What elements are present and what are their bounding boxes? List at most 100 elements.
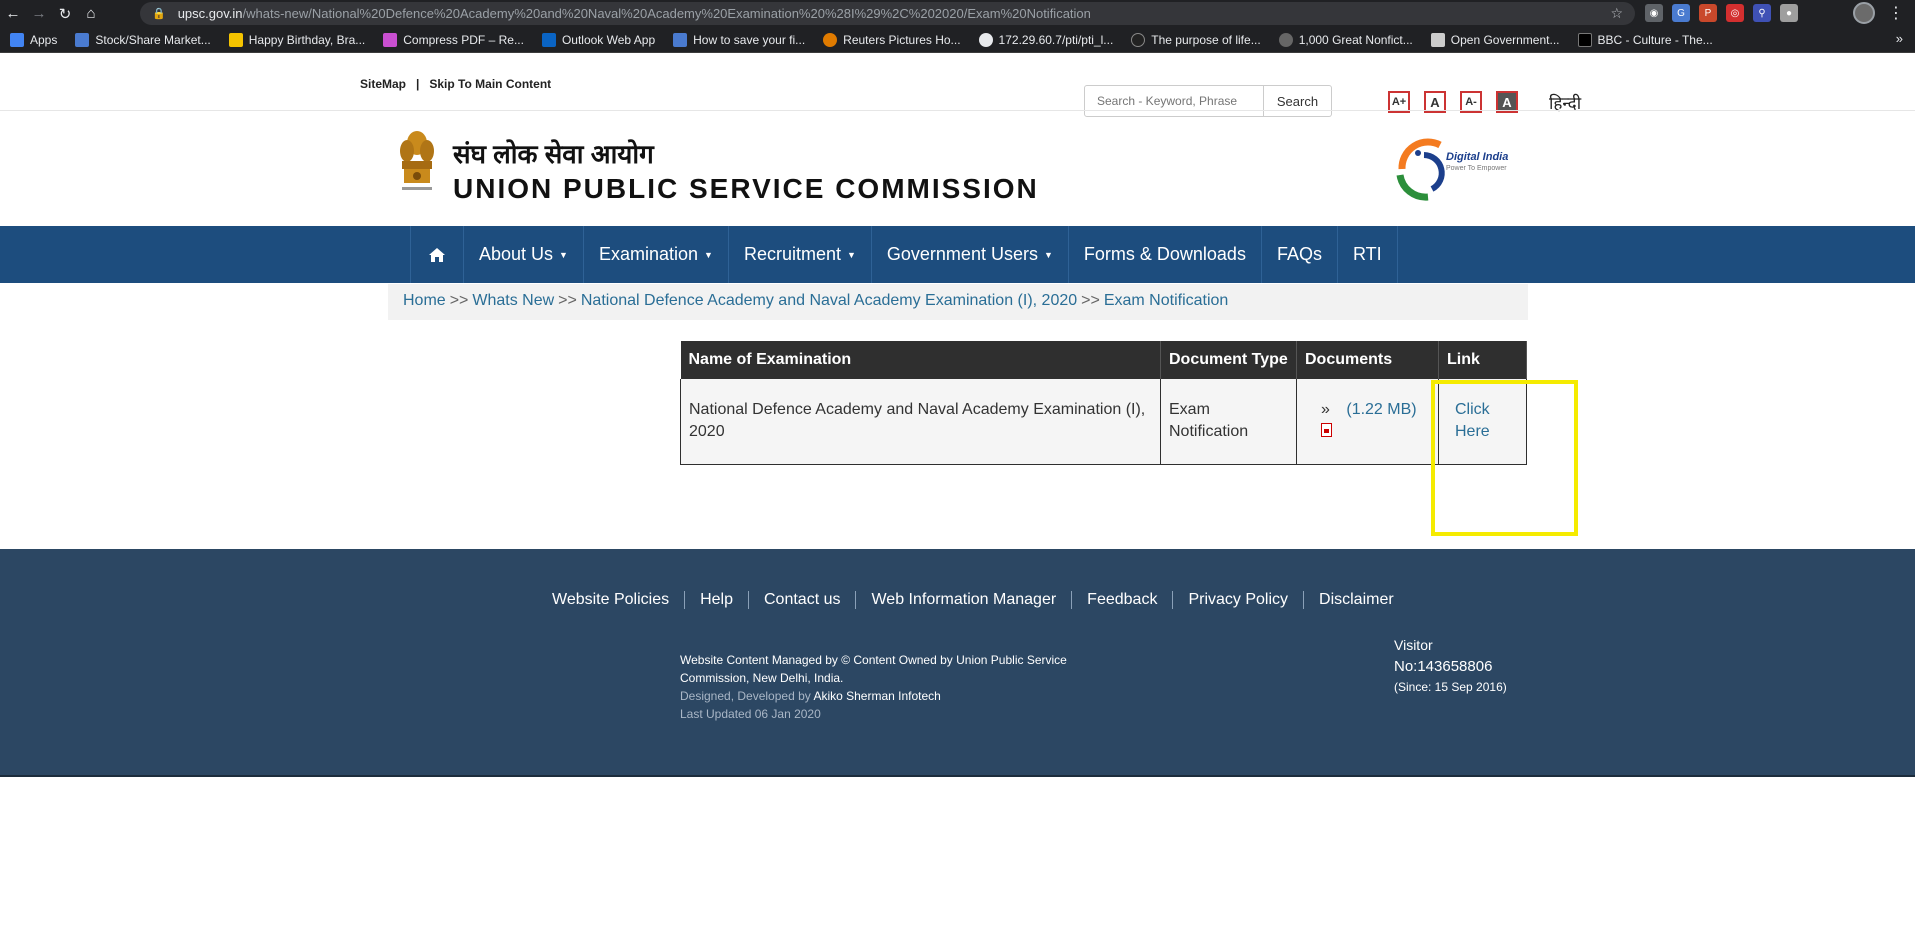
bookmarks-overflow-icon[interactable]: » <box>1896 31 1903 46</box>
content-managed-text: Website Content Managed by © Content Own… <box>680 653 1067 685</box>
home-icon <box>429 247 445 262</box>
bookmark-item[interactable]: Reuters Pictures Ho... <box>823 32 961 47</box>
site-title-english: UNION PUBLIC SERVICE COMMISSION <box>453 173 1039 204</box>
footer-link-web-information-manager[interactable]: Web Information Manager <box>856 591 1073 609</box>
utility-links: SiteMap | Skip To Main Content <box>360 77 551 91</box>
utility-separator: | <box>416 77 420 91</box>
utility-bar: SiteMap | Skip To Main Content Search A+… <box>0 67 1915 117</box>
bookmark-item[interactable]: Apps <box>10 32 57 47</box>
footer-link-help[interactable]: Help <box>685 591 749 609</box>
footer-link-feedback[interactable]: Feedback <box>1072 591 1174 609</box>
home-icon[interactable]: ⌂ <box>78 0 104 27</box>
pdf-icon[interactable] <box>1321 423 1332 437</box>
reuters-icon <box>823 32 838 47</box>
breadcrumb-home[interactable]: Home <box>403 292 446 309</box>
highlight-box <box>1431 380 1578 536</box>
site-title-hindi: संघ लोक सेवा आयोग <box>453 139 654 169</box>
designed-by-label: Designed, Developed by <box>680 689 811 703</box>
nav-faqs[interactable]: FAQs <box>1262 226 1338 283</box>
more-menu-icon[interactable]: ⋮ <box>1888 3 1904 23</box>
skip-to-content-link[interactable]: Skip To Main Content <box>429 77 551 91</box>
outlook-icon <box>541 32 556 47</box>
nav-forms-downloads[interactable]: Forms & Downloads <box>1069 226 1262 283</box>
site-footer: Website Policies Help Contact us Web Inf… <box>0 549 1915 777</box>
bookmark-item[interactable]: Stock/Share Market... <box>75 32 211 47</box>
search-extension-icon[interactable]: ⚲ <box>1753 4 1771 22</box>
breadcrumb: Home >> Whats New >> National Defence Academ… <box>388 284 1528 320</box>
column-header: Name of Examination <box>680 341 1161 379</box>
bookmark-favicon-icon <box>75 32 90 47</box>
column-header: Documents <box>1296 341 1439 379</box>
caret-down-icon: ▼ <box>559 249 568 260</box>
caret-down-icon: ▼ <box>1043 249 1053 260</box>
document-type-cell: Exam Notification <box>1160 379 1297 465</box>
documents-cell: » (1.22 MB) <box>1296 379 1439 465</box>
exam-table: Name of Examination Document Type Docume… <box>680 341 1527 465</box>
page-content: SiteMap | Skip To Main Content Search A+… <box>0 54 1915 951</box>
forward-arrow-icon[interactable]: → <box>26 0 52 27</box>
bookmark-favicon-icon <box>228 32 243 47</box>
bookmark-favicon-icon <box>673 32 688 47</box>
footer-link-contact-us[interactable]: Contact us <box>749 591 857 609</box>
nav-rti[interactable]: RTI <box>1338 226 1398 283</box>
bookmark-item[interactable]: The purpose of life... <box>1131 32 1261 47</box>
target-extension-icon[interactable]: ◎ <box>1726 4 1744 22</box>
bookmark-item[interactable]: How to save your fi... <box>673 32 805 47</box>
footer-info: Website Content Managed by © Content Own… <box>680 651 1100 723</box>
address-bar[interactable]: 🔒 upsc.gov.in /whats-new/National%20Defe… <box>140 2 1635 25</box>
breadcrumb-current[interactable]: Exam Notification <box>1104 292 1229 309</box>
national-emblem-icon[interactable] <box>396 129 438 199</box>
caret-down-icon: ▼ <box>846 249 856 260</box>
nav-examination[interactable]: Examination ▼ <box>584 226 729 283</box>
site-header: संघ लोक सेवा आयोग UNION PUBLIC SERVICE C… <box>0 110 1915 225</box>
gray-extension-icon[interactable]: ● <box>1780 4 1798 22</box>
footer-link-privacy-policy[interactable]: Privacy Policy <box>1173 591 1305 609</box>
nav-home[interactable] <box>410 226 464 283</box>
reload-icon[interactable]: ↻ <box>52 0 78 27</box>
footer-link-website-policies[interactable]: Website Policies <box>552 591 686 609</box>
quora-icon <box>1131 32 1146 47</box>
breadcrumb-exam[interactable]: National Defence Academy and Naval Acade… <box>581 292 1077 309</box>
bookmark-item[interactable]: Happy Birthday, Bra... <box>228 32 365 47</box>
footer-link-disclaimer[interactable]: Disclaimer <box>1304 591 1409 609</box>
last-updated-text: Last Updated 06 Jan 2020 <box>680 707 821 721</box>
table-row: National Defence Academy and Naval Acade… <box>680 379 1527 465</box>
bookmarks-bar: Apps Stock/Share Market... Happy Birthda… <box>0 27 1915 53</box>
exam-name-cell: National Defence Academy and Naval Acade… <box>680 379 1161 465</box>
browser-toolbar: ← → ↻ ⌂ 🔒 upsc.gov.in /whats-new/Nationa… <box>0 0 1915 27</box>
main-navigation: About Us ▼ Examination ▼ Recruitment ▼ Gove… <box>0 226 1915 283</box>
apps-grid-icon <box>10 32 24 47</box>
bookmark-item[interactable]: 172.29.60.7/pti/pti_l... <box>978 32 1113 47</box>
back-arrow-icon[interactable]: ← <box>0 0 26 27</box>
pdf-extension-icon[interactable]: P <box>1699 4 1717 22</box>
digital-india-tagline: Power To Empower <box>1446 165 1507 172</box>
url-domain: upsc.gov.in <box>177 6 243 21</box>
bookmark-item[interactable]: Compress PDF – Re... <box>383 32 524 47</box>
bookmark-item[interactable]: Outlook Web App <box>541 32 655 47</box>
translate-icon[interactable]: G <box>1672 4 1690 22</box>
lock-icon: 🔒 <box>152 8 166 20</box>
nav-recruitment[interactable]: Recruitment ▼ <box>729 226 872 283</box>
breadcrumb-whats-new[interactable]: Whats New <box>472 292 554 309</box>
visitor-count: No:143658806 <box>1394 658 1493 675</box>
extension-icons: ◉ G P ◎ ⚲ ● <box>1645 4 1798 22</box>
bookmark-item[interactable]: BBC - Culture - The... <box>1577 32 1713 47</box>
document-download-link[interactable]: (1.22 MB) <box>1346 401 1416 418</box>
pocket-icon[interactable]: ◉ <box>1645 4 1663 22</box>
footer-links: Website Policies Help Contact us Web Inf… <box>552 591 1409 609</box>
visitor-counter: Visitor No:143658806 (Since: 15 Sep 2016… <box>1394 635 1507 698</box>
visitor-label: Visitor <box>1394 637 1433 653</box>
nav-government-users[interactable]: Government Users ▼ <box>872 226 1069 283</box>
bookmark-favicon-icon <box>1278 32 1293 47</box>
profile-avatar[interactable] <box>1853 2 1875 24</box>
nav-about-us[interactable]: About Us ▼ <box>464 226 584 283</box>
sitemap-link[interactable]: SiteMap <box>360 77 406 91</box>
table-header-row: Name of Examination Document Type Docume… <box>680 341 1527 379</box>
bookmark-item[interactable]: Open Government... <box>1430 32 1560 47</box>
bbc-icon <box>1577 32 1592 47</box>
bookmark-favicon-icon <box>383 32 398 47</box>
bookmark-item[interactable]: 1,000 Great Nonfict... <box>1278 32 1413 47</box>
bookmark-star-icon[interactable]: ☆ <box>1610 5 1623 22</box>
column-header: Document Type <box>1160 341 1297 379</box>
url-path: /whats-new/National%20Defence%20Academy%… <box>242 6 1091 21</box>
